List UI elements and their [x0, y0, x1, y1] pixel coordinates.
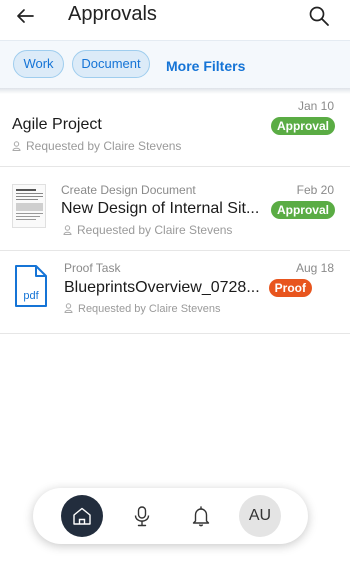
- item-requested-by: Requested by Claire Stevens: [12, 139, 181, 153]
- search-button[interactable]: [308, 5, 330, 27]
- item-title: New Design of Internal Sit...: [61, 200, 260, 217]
- item-title: Agile Project: [12, 116, 102, 133]
- list-item[interactable]: Create Design Document Feb 20 New Design…: [0, 167, 350, 251]
- bell-icon: [192, 506, 210, 527]
- search-icon: [309, 6, 329, 26]
- person-icon: [64, 303, 73, 313]
- pdf-icon: pdf: [15, 265, 47, 307]
- item-subtitle: Proof Task: [64, 261, 121, 275]
- back-button[interactable]: [14, 5, 36, 27]
- nav-home-button[interactable]: [61, 495, 103, 537]
- microphone-icon: [134, 506, 150, 527]
- person-icon: [12, 141, 21, 151]
- item-date: Feb 20: [296, 183, 334, 197]
- item-requested-by: Requested by Claire Stevens: [64, 303, 220, 315]
- more-filters-link[interactable]: More Filters: [166, 58, 245, 74]
- item-requested-by: Requested by Claire Stevens: [63, 223, 232, 237]
- status-badge: Proof: [268, 279, 312, 297]
- page-title: Approvals: [68, 3, 157, 25]
- app-header: Approvals: [0, 0, 350, 36]
- status-badge: Approval: [270, 201, 335, 219]
- pdf-icon-label: pdf: [23, 290, 39, 302]
- requested-text: Requested by Claire Stevens: [77, 223, 233, 237]
- item-title: BlueprintsOverview_0728...: [64, 279, 260, 296]
- person-icon: [63, 225, 72, 235]
- document-thumbnail: [12, 184, 46, 228]
- bottom-nav: AU: [33, 488, 308, 544]
- filter-chip-work[interactable]: Work: [13, 50, 64, 78]
- requested-text: Requested by Claire Stevens: [78, 303, 221, 315]
- status-badge: Approval: [270, 117, 335, 135]
- item-date: Jan 10: [297, 99, 334, 113]
- item-subtitle: Create Design Document: [61, 183, 196, 197]
- home-icon: [73, 507, 91, 525]
- avatar[interactable]: AU: [239, 495, 281, 537]
- requested-text: Requested by Claire Stevens: [26, 139, 182, 153]
- filter-bar: Work Document More Filters: [0, 40, 350, 89]
- document-thumbnail-icon: [16, 189, 43, 220]
- filter-chip-document[interactable]: Document: [72, 50, 150, 78]
- nav-notifications-button[interactable]: [180, 495, 222, 537]
- nav-voice-button[interactable]: [121, 495, 163, 537]
- item-date: Aug 18: [295, 261, 334, 275]
- list-item[interactable]: pdf Proof Task Aug 18 BlueprintsOverview…: [0, 251, 350, 334]
- list-item[interactable]: Jan 10 Agile Project Approval Requested …: [0, 94, 350, 167]
- arrow-left-icon: [17, 9, 34, 23]
